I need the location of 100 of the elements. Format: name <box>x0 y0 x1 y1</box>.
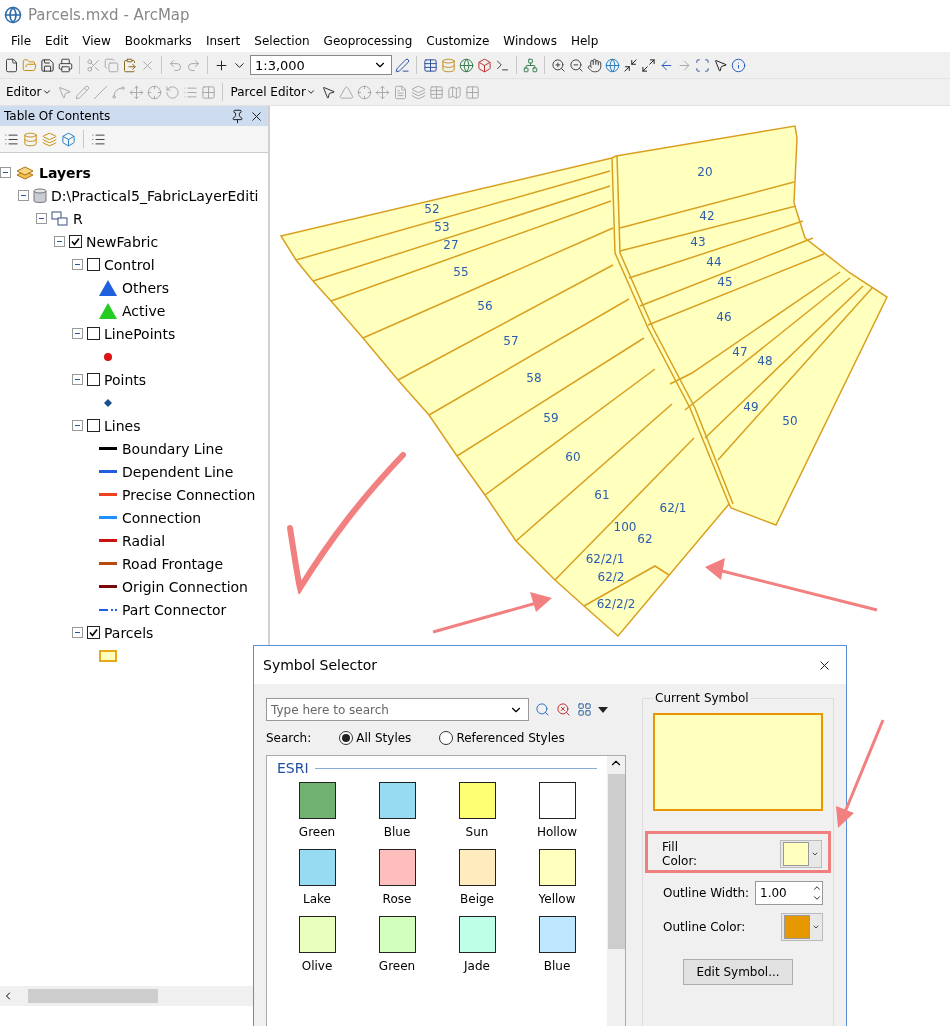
layer-name[interactable]: Points <box>104 371 147 388</box>
menu-item[interactable]: Insert <box>198 34 248 48</box>
model-builder-icon[interactable] <box>523 57 538 73</box>
menu-item[interactable]: Edit <box>38 34 76 48</box>
symbol-name: Hollow <box>536 825 578 839</box>
checkbox[interactable] <box>87 419 100 432</box>
zoom-out-icon[interactable] <box>569 57 584 73</box>
menu-item[interactable]: Bookmarks <box>117 34 199 48</box>
python-window-icon[interactable] <box>495 57 510 73</box>
new-document-icon[interactable] <box>4 57 19 73</box>
symbol-swatch[interactable] <box>458 849 496 886</box>
collapse-icon[interactable] <box>0 167 11 178</box>
symbol-swatch[interactable] <box>458 916 496 953</box>
collapse-icon[interactable] <box>36 213 47 224</box>
menu-item[interactable]: Selection <box>247 34 317 48</box>
collapse-icon[interactable] <box>54 236 65 247</box>
search-field[interactable]: Type here to search <box>266 698 529 721</box>
symbol-name: Yellow <box>538 892 576 906</box>
menu-item[interactable]: File <box>4 34 39 48</box>
save-icon[interactable] <box>40 57 55 73</box>
add-data-icon[interactable] <box>214 57 229 73</box>
layer-name[interactable]: NewFabric <box>86 233 159 250</box>
clear-search-icon[interactable] <box>556 702 571 717</box>
symbol-swatch[interactable] <box>538 849 576 886</box>
caret-icon[interactable] <box>305 87 316 97</box>
layer-name[interactable]: R <box>73 210 83 227</box>
parcel-label: 60 <box>565 450 581 464</box>
layer-name[interactable]: D:\Practical5_FabricLayerEditi <box>51 187 259 204</box>
select-parcel-icon[interactable] <box>320 84 336 100</box>
menu-item[interactable]: Windows <box>496 34 564 48</box>
back-icon[interactable] <box>659 57 674 73</box>
search-icon[interactable] <box>535 702 550 717</box>
collapse-icon[interactable] <box>72 328 83 339</box>
print-icon[interactable] <box>58 57 73 73</box>
scrollbar-thumb[interactable] <box>607 774 625 949</box>
collapse-icon[interactable] <box>18 190 29 201</box>
checkbox[interactable] <box>69 235 82 248</box>
symbol-name: Green <box>298 825 336 839</box>
fixed-zoom-in-icon[interactable] <box>623 57 638 73</box>
pin-icon[interactable] <box>230 108 245 124</box>
collapse-icon[interactable] <box>72 259 83 270</box>
symbol-swatch[interactable] <box>458 782 496 819</box>
layer-name[interactable]: LinePoints <box>104 325 176 342</box>
menu-item[interactable]: Help <box>563 34 606 48</box>
group-title: Current Symbol <box>653 691 751 705</box>
caret-icon[interactable] <box>598 706 608 713</box>
radio-option[interactable]: Referenced Styles <box>439 731 565 745</box>
checkbox[interactable] <box>87 258 100 271</box>
symbol-swatch[interactable] <box>538 916 576 953</box>
editor-toolbar-icon[interactable] <box>395 57 410 73</box>
spin-up-icon[interactable] <box>812 883 822 893</box>
symbol-swatch[interactable] <box>378 782 416 819</box>
fixed-zoom-out-icon[interactable] <box>641 57 656 73</box>
layer-name[interactable]: Control <box>104 256 155 273</box>
checkbox[interactable] <box>87 373 100 386</box>
scrollbar-thumb[interactable] <box>28 989 158 1003</box>
parcel-label: 27 <box>443 238 459 252</box>
symbol-swatch[interactable] <box>378 849 416 886</box>
identify-icon[interactable] <box>731 57 746 73</box>
caret-icon[interactable] <box>812 923 820 931</box>
checkbox[interactable] <box>87 327 100 340</box>
fill-color-button[interactable] <box>780 840 822 868</box>
select-icon[interactable] <box>713 57 728 73</box>
options-icon[interactable] <box>91 131 106 147</box>
radio-option[interactable]: All Styles <box>339 731 412 745</box>
spin-down-icon[interactable] <box>812 893 822 903</box>
caret-icon[interactable] <box>41 87 52 97</box>
collapse-icon[interactable] <box>72 374 83 385</box>
table-icon[interactable] <box>423 57 438 73</box>
symbol-swatch[interactable] <box>298 916 336 953</box>
view-options-icon[interactable] <box>577 702 592 717</box>
outline-width-spinner[interactable]: 1.00 <box>755 881 823 905</box>
symbol-swatch[interactable] <box>378 916 416 953</box>
pan-icon[interactable] <box>587 57 602 73</box>
menu-item[interactable]: Customize <box>419 34 497 48</box>
paste-icon[interactable] <box>122 57 137 73</box>
list-by-selection-icon[interactable] <box>61 131 76 147</box>
search-label: Search: <box>266 731 312 745</box>
parcel-editor-menu[interactable]: Parcel Editor <box>228 85 318 99</box>
symbol-swatch[interactable] <box>298 849 336 886</box>
full-extent-icon[interactable] <box>605 57 620 73</box>
menu-item[interactable]: View <box>75 34 118 48</box>
checkbox[interactable] <box>87 626 100 639</box>
collapse-icon[interactable] <box>72 420 83 431</box>
zoom-in-icon[interactable] <box>551 57 566 73</box>
symbol-swatch[interactable] <box>538 782 576 819</box>
collapse-icon[interactable] <box>72 627 83 638</box>
symbol-swatch[interactable] <box>298 782 336 819</box>
layer-name[interactable]: Lines <box>104 417 141 434</box>
list-by-order-icon[interactable] <box>4 131 19 147</box>
layer-name[interactable]: Layers <box>39 164 91 181</box>
caret-icon[interactable] <box>811 850 819 858</box>
layer-name[interactable]: Parcels <box>104 624 154 641</box>
outline-color-button[interactable] <box>781 913 823 941</box>
scale-combo[interactable]: 1:3,000 <box>250 55 392 75</box>
outline-color-label: Outline Color: <box>663 920 746 934</box>
editor-menu[interactable]: Editor <box>4 85 54 99</box>
edit-symbol-button[interactable]: Edit Symbol... <box>683 959 793 985</box>
app-globe-icon <box>4 6 22 24</box>
menu-item[interactable]: Geoprocessing <box>316 34 420 48</box>
